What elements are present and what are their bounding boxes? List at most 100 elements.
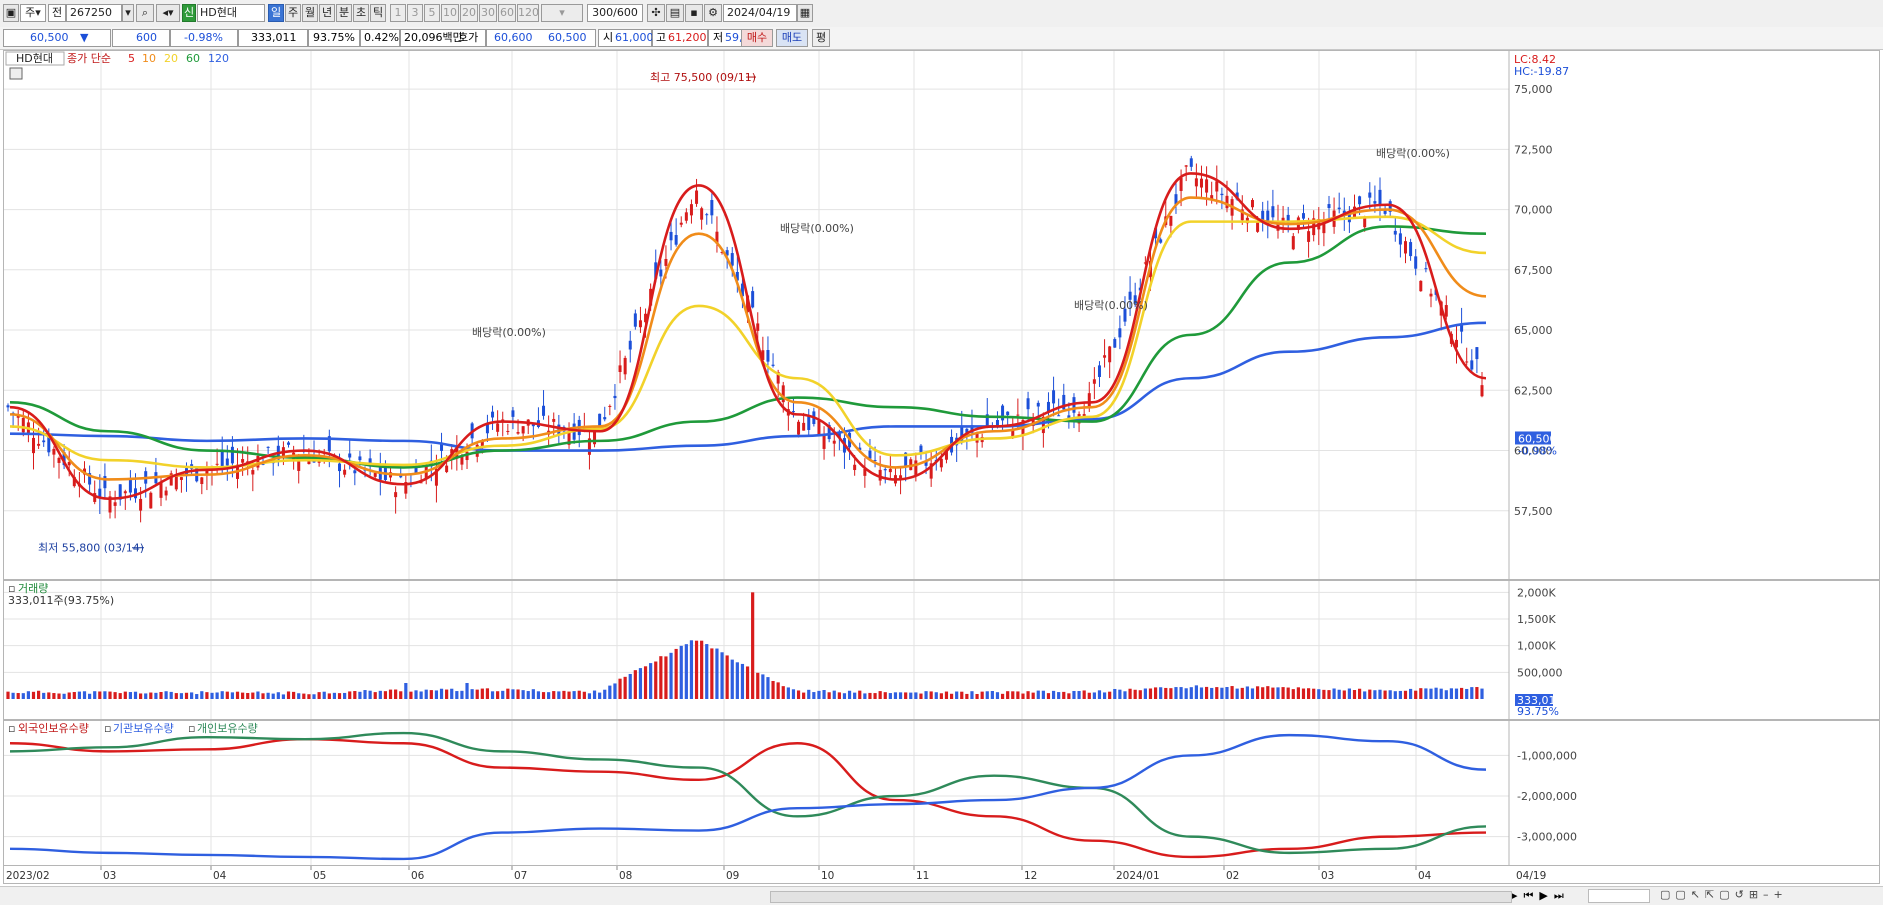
period-tick-tab[interactable]: 틱 — [370, 4, 386, 22]
period-minute-tab[interactable]: 분 — [336, 4, 352, 22]
volume-bar — [949, 693, 954, 699]
code-input[interactable]: 267250 — [66, 4, 122, 22]
interval-10[interactable]: 10 — [441, 4, 459, 22]
volume-bar — [470, 689, 474, 699]
current-price: 60,500 — [30, 31, 69, 44]
type-select[interactable]: 전 — [48, 4, 66, 22]
stock-name-field[interactable]: HD현대 — [197, 4, 265, 22]
volume-bar — [1424, 688, 1428, 699]
volume-bar — [373, 692, 377, 699]
volume-bar — [822, 690, 826, 699]
scroll-controls[interactable]: ▸⏮▶⏭ — [1512, 889, 1570, 903]
volume-bar — [1408, 688, 1413, 699]
chart-icon[interactable]: ▤ — [666, 4, 684, 22]
volume-bar — [1092, 692, 1096, 699]
y-tick-label: 70,000 — [1514, 204, 1553, 217]
volume-bar — [1057, 692, 1061, 699]
volume-bar — [358, 691, 362, 699]
x-tick-label: 03 — [1321, 870, 1334, 882]
volume-chart[interactable]: 500,0001,000K1,500K2,000K▫ 거래량333,011주(93… — [4, 581, 1879, 719]
interval-custom-select[interactable]: ▾ — [541, 4, 583, 22]
market-select[interactable]: 주▾ — [20, 4, 46, 22]
candle-body — [394, 492, 398, 498]
period-second-tab[interactable]: 초 — [353, 4, 369, 22]
interval-120[interactable]: 120 — [517, 4, 539, 22]
volume-bar — [868, 692, 872, 699]
volume-bar — [302, 693, 306, 699]
volume-bar — [399, 691, 403, 699]
volume-bar — [1393, 691, 1397, 699]
interval-1[interactable]: 1 — [390, 4, 406, 22]
calendar-icon[interactable]: ▦ — [797, 4, 813, 22]
flat-button[interactable]: 평 — [812, 29, 830, 47]
crosshair-icon[interactable]: ✣ — [647, 4, 665, 22]
hold-y-tick: -3,000,000 — [1517, 831, 1577, 844]
volume-bar — [450, 688, 454, 699]
volume-bar — [460, 690, 464, 699]
candle-body — [1184, 165, 1188, 167]
period-day-tab[interactable]: 일 — [268, 4, 284, 22]
candle-body — [1301, 213, 1305, 219]
count-field[interactable]: 300/600 — [587, 4, 643, 22]
candle-body — [164, 490, 168, 496]
gear-icon[interactable]: ⚙ — [704, 4, 722, 22]
volume-bar — [1051, 690, 1056, 699]
dividend-marker: 배당락(0.00%) — [472, 326, 546, 339]
candle-body — [1444, 305, 1448, 317]
volume-bar — [327, 693, 331, 699]
holding-chart[interactable]: -1,000,000-2,000,000-3,000,000▫ 외국인보유수량 ▫ 기… — [4, 721, 1879, 865]
volume-bar — [598, 692, 602, 699]
candle-body — [1291, 236, 1295, 250]
volume-bar — [281, 694, 286, 699]
volume-bar — [700, 640, 704, 699]
candle-body — [139, 498, 143, 511]
candle-body — [695, 190, 699, 204]
volume-bar — [526, 691, 530, 699]
buy-button[interactable]: 매수 — [741, 29, 773, 47]
sell-button[interactable]: 매도 — [776, 29, 808, 47]
volume-bar — [536, 691, 541, 699]
interval-20[interactable]: 20 — [460, 4, 478, 22]
period-month-tab[interactable]: 월 — [302, 4, 318, 22]
candle-body — [1256, 221, 1260, 232]
chart-tool-icons[interactable]: ▢▢↖⇱▢↺⊞–+ — [1660, 888, 1788, 901]
candle-body — [1429, 293, 1433, 297]
volume-value: 333,011 — [251, 31, 297, 44]
period-week-tab[interactable]: 주 — [285, 4, 301, 22]
volume-bar — [159, 691, 163, 699]
volume-bar — [960, 691, 964, 699]
dividend-marker: 배당락(0.00%) — [1074, 299, 1148, 312]
volume-bar — [878, 691, 882, 699]
down-arrow-icon: ▼ — [80, 31, 89, 44]
interval-3[interactable]: 3 — [407, 4, 423, 22]
zoom-slider[interactable] — [1588, 889, 1650, 903]
interval-60[interactable]: 60 — [498, 4, 516, 22]
volume-bar — [409, 691, 413, 699]
low-annotation: 최저 55,800 (03/14) — [38, 542, 144, 555]
volume-subtitle: 333,011주(93.75%) — [8, 594, 114, 607]
candle-body — [623, 357, 627, 375]
search-icon[interactable]: ⌕ — [136, 4, 154, 22]
high-label: 고 — [656, 31, 667, 44]
date-field[interactable]: 2024/04/19 — [723, 4, 797, 22]
price-chart[interactable]: 57,50060,00062,50065,00067,50070,00072,5… — [4, 51, 1879, 579]
chart-scrollbar[interactable] — [770, 891, 1512, 903]
code-dropdown-icon[interactable]: ▾ — [122, 4, 134, 22]
volume-bar — [684, 644, 688, 699]
interval-30[interactable]: 30 — [479, 4, 497, 22]
volume-bar — [577, 690, 581, 699]
candle-body — [21, 417, 25, 433]
volume-bar — [929, 691, 933, 699]
candle-body — [266, 446, 270, 448]
volume-bar — [1306, 688, 1311, 699]
volume-bar — [52, 693, 56, 699]
window-menu-icon[interactable]: ▣ — [3, 4, 19, 22]
period-year-tab[interactable]: 년 — [319, 4, 335, 22]
volume-bar — [914, 692, 918, 699]
volume-bar — [1419, 688, 1423, 699]
speaker-icon[interactable]: ◂▾ — [156, 4, 180, 22]
save-icon[interactable]: ▪ — [685, 4, 703, 22]
candle-body — [633, 313, 637, 327]
interval-5[interactable]: 5 — [424, 4, 440, 22]
volume-bar — [184, 692, 189, 699]
